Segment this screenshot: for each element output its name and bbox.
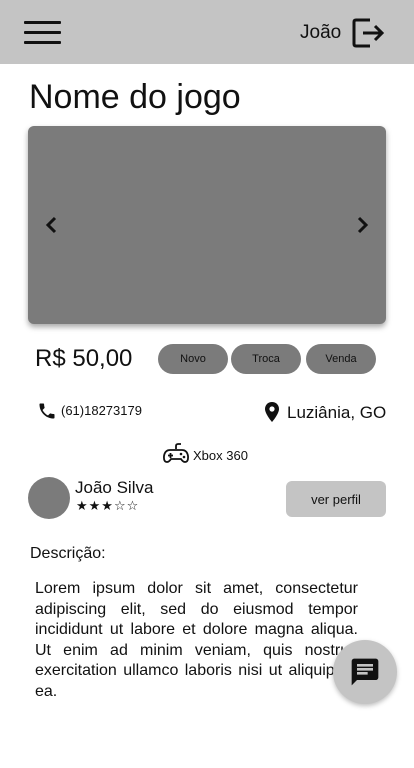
phone-icon [37,401,57,421]
platform: Xbox 360 [193,448,248,463]
menu-line [24,31,61,34]
menu-line [24,41,61,44]
top-app-bar: João [0,0,414,64]
tag-troca: Troca [231,344,301,374]
chat-button[interactable] [333,640,397,704]
chevron-right-icon[interactable] [350,213,374,237]
seller-rating-stars: ★★★☆☆ [76,499,140,514]
view-profile-button[interactable]: ver perfil [286,481,386,517]
current-user-name: João [300,22,342,43]
price: R$ 50,00 [35,345,133,372]
tag-venda: Venda [306,344,376,374]
phone-number: (61)18273179 [61,403,142,418]
location: Luziânia, GO [287,403,387,422]
location-pin-icon [263,401,281,423]
description-text: Lorem ipsum dolor sit amet, consectetur … [35,580,358,700]
hamburger-menu-icon[interactable] [24,20,62,46]
menu-line [24,21,61,24]
logout-icon[interactable] [352,17,386,49]
avatar[interactable] [28,477,70,519]
seller-name: João Silva [75,478,154,497]
tag-novo: Novo [158,344,228,374]
page-title: Nome do jogo [29,78,241,116]
description-label: Descrição: [30,545,106,562]
chevron-left-icon[interactable] [40,213,64,237]
image-carousel[interactable] [28,126,386,324]
gamepad-icon [163,441,189,465]
chat-icon [351,658,379,686]
